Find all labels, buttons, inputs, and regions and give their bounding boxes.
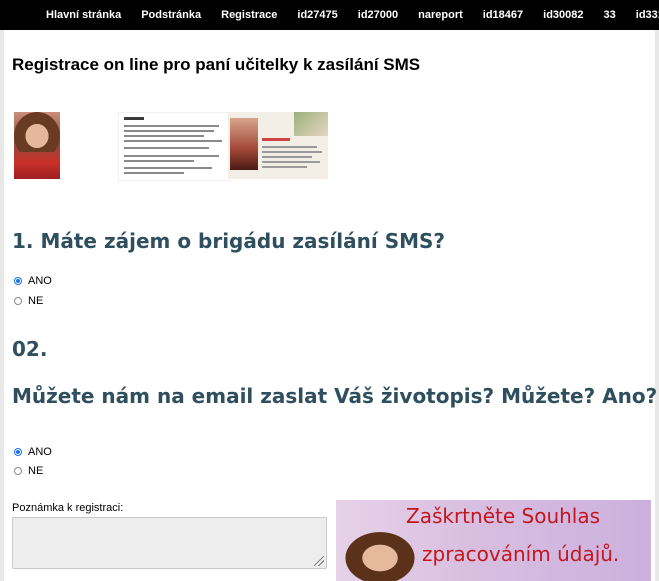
- radio-unchecked-icon[interactable]: [14, 297, 22, 305]
- banner-line-2: zpracováním údajů.: [422, 542, 620, 566]
- thumbnail-document[interactable]: [118, 112, 230, 181]
- nav-link-id33111-2[interactable]: id33111-2: [636, 9, 659, 21]
- consent-banner[interactable]: Zaškrtněte Souhlas zpracováním údajů.: [336, 500, 651, 581]
- question-1-heading: 1. Máte zájem o brigádu zasílání SMS?: [12, 229, 446, 253]
- nav-link-id18467[interactable]: id18467: [483, 9, 523, 21]
- radio-checked-icon[interactable]: [14, 448, 22, 456]
- q2-option-yes-label: ANO: [28, 446, 52, 458]
- page-frame-left: [0, 30, 4, 581]
- note-textarea[interactable]: [12, 517, 327, 569]
- nav-link-registration[interactable]: Registrace: [221, 9, 277, 21]
- q2-option-no-label: NE: [28, 465, 44, 477]
- nav-link-nareport[interactable]: nareport: [418, 9, 463, 21]
- q1-option-yes[interactable]: ANO: [14, 275, 52, 287]
- page-title: Registrace on line pro paní učitelky k z…: [12, 55, 421, 74]
- banner-portrait: [336, 525, 416, 581]
- nav-link-id30082[interactable]: id30082: [543, 9, 583, 21]
- thumbnail-webpage[interactable]: [228, 112, 328, 179]
- banner-line-1: Zaškrtněte Souhlas: [406, 504, 601, 528]
- nav-link-home[interactable]: Hlavní stránka: [46, 9, 121, 21]
- q1-option-yes-label: ANO: [28, 275, 52, 287]
- top-navigation-bar: Hlavní stránka Podstránka Registrace id2…: [0, 0, 659, 30]
- radio-unchecked-icon[interactable]: [14, 467, 22, 475]
- note-label: Poznámka k registraci:: [12, 502, 124, 514]
- q1-option-no[interactable]: NE: [14, 295, 43, 307]
- thumbnail-portrait[interactable]: [14, 112, 60, 179]
- nav-link-33[interactable]: 33: [604, 9, 616, 21]
- nav-link-id27000[interactable]: id27000: [358, 9, 398, 21]
- q2-option-yes[interactable]: ANO: [14, 446, 52, 458]
- nav-link-subpage[interactable]: Podstránka: [141, 9, 201, 21]
- page-frame-right: [655, 30, 659, 581]
- main-nav: Hlavní stránka Podstránka Registrace id2…: [46, 0, 659, 30]
- question-2-heading: Můžete nám na email zaslat Váš životopis…: [12, 384, 658, 408]
- nav-link-id27475[interactable]: id27475: [297, 9, 337, 21]
- resize-handle-icon[interactable]: [314, 556, 324, 566]
- radio-checked-icon[interactable]: [14, 277, 22, 285]
- q2-option-no[interactable]: NE: [14, 465, 43, 477]
- q1-option-no-label: NE: [28, 295, 44, 307]
- question-2-number: 02.: [12, 337, 48, 361]
